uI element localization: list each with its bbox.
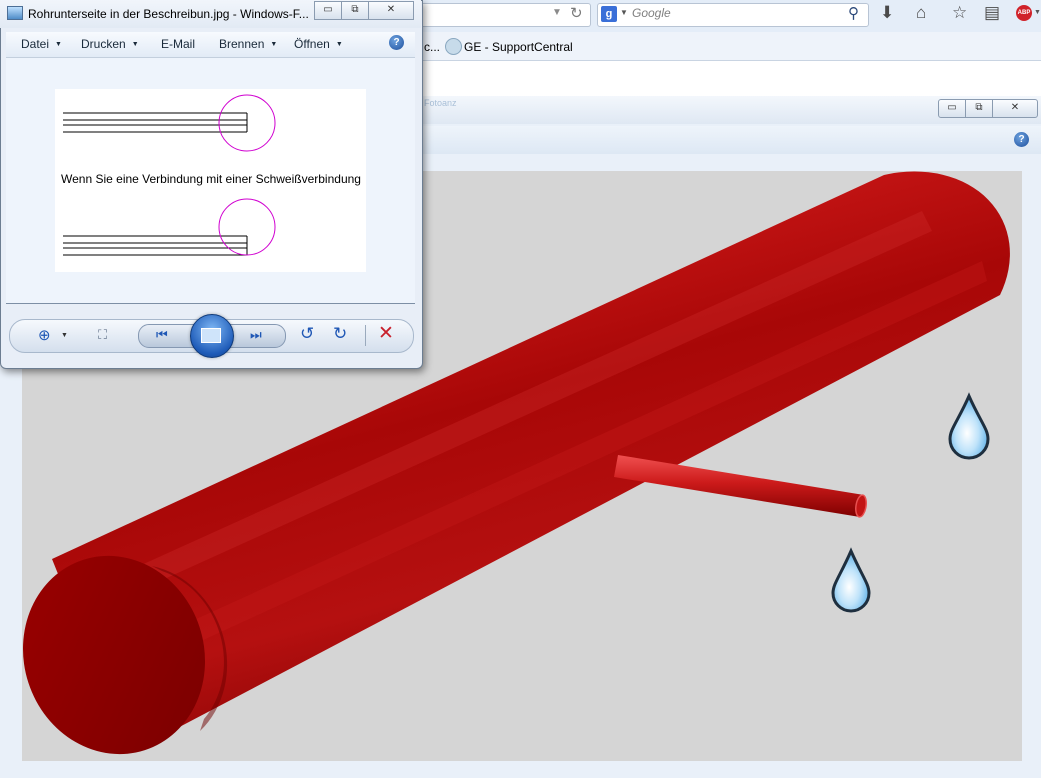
google-engine-icon[interactable]: g (601, 6, 617, 22)
bookmark-item-supportcentral[interactable]: GE - SupportCentral (464, 40, 573, 54)
chevron-down-icon[interactable]: ▼ (1034, 9, 1041, 16)
photo-viewer-app-icon (7, 6, 23, 20)
maximize-button[interactable]: ⧉ (341, 1, 369, 20)
chevron-down-icon: ▼ (270, 41, 278, 48)
close-button[interactable]: ✕ (368, 1, 414, 20)
pipe-lines-bottom (63, 235, 248, 256)
menu-oeffnen[interactable]: Öffnen ▼ (294, 37, 343, 51)
url-bar[interactable] (420, 3, 591, 27)
supportcentral-favicon-icon (445, 38, 462, 55)
search-input[interactable] (632, 6, 842, 20)
bookmark-star-icon[interactable]: ☆ (952, 3, 967, 23)
toolbar-divider (365, 325, 366, 346)
download-icon[interactable]: ⬇ (880, 3, 894, 23)
minimize-button[interactable]: ▭ (314, 1, 342, 20)
command-bar (6, 32, 415, 58)
menu-label: Datei (21, 37, 50, 51)
menu-brennen[interactable]: Brennen ▼ (219, 37, 277, 51)
menu-email[interactable]: E-Mail (161, 37, 195, 51)
minimize-button[interactable]: ▭ (938, 99, 966, 118)
rotate-right-icon[interactable]: ↻ (333, 324, 347, 344)
help-icon[interactable]: ? (1014, 132, 1029, 147)
leak-pipe (614, 455, 864, 517)
window-title: Rohrunterseite in der Beschreibun.jpg - … (28, 7, 309, 21)
menu-label: Öffnen (294, 37, 330, 51)
chevron-down-icon: ▼ (55, 41, 62, 48)
delete-icon[interactable]: ✕ (378, 322, 394, 345)
menu-label: E-Mail (161, 37, 196, 51)
chevron-down-icon: ▼ (131, 41, 139, 48)
reload-icon[interactable]: ↻ (570, 4, 583, 22)
menu-label: Drucken (81, 37, 126, 51)
menu-datei[interactable]: Datei ▼ (21, 37, 62, 51)
previous-icon[interactable]: ⏮ (156, 327, 168, 343)
search-icon[interactable]: ⚲ (848, 4, 859, 22)
slideshow-icon (201, 328, 221, 343)
rotate-left-icon[interactable]: ↺ (300, 324, 314, 344)
maximize-button[interactable]: ⧉ (965, 99, 993, 118)
url-history-dropdown-icon[interactable]: ▼ (552, 7, 562, 18)
chevron-down-icon[interactable]: ▼ (620, 8, 628, 17)
chevron-down-icon: ▼ (335, 41, 343, 48)
image-caption-text: Wenn Sie eine Verbindung mit einer Schwe… (61, 172, 361, 186)
chevron-down-icon[interactable]: ▼ (61, 332, 68, 339)
bookmarks-library-icon[interactable]: ▤ (984, 3, 1000, 23)
background-window-title: Fotoanz (424, 98, 457, 108)
next-icon[interactable]: ⏭ (250, 327, 262, 343)
water-drop-icon (948, 392, 990, 460)
water-drop-icon (831, 547, 871, 613)
help-icon[interactable]: ? (389, 35, 404, 50)
menu-label: Brennen (219, 37, 265, 51)
adblock-plus-icon[interactable]: ABP (1016, 5, 1032, 21)
actual-size-icon[interactable]: ⛶ (98, 327, 107, 343)
home-icon[interactable]: ⌂ (916, 3, 926, 23)
bookmark-item[interactable]: c... (424, 40, 440, 54)
menu-drucken[interactable]: Drucken ▼ (81, 37, 139, 51)
close-button[interactable]: ✕ (992, 99, 1038, 118)
zoom-icon[interactable]: ⊕ (38, 326, 51, 344)
